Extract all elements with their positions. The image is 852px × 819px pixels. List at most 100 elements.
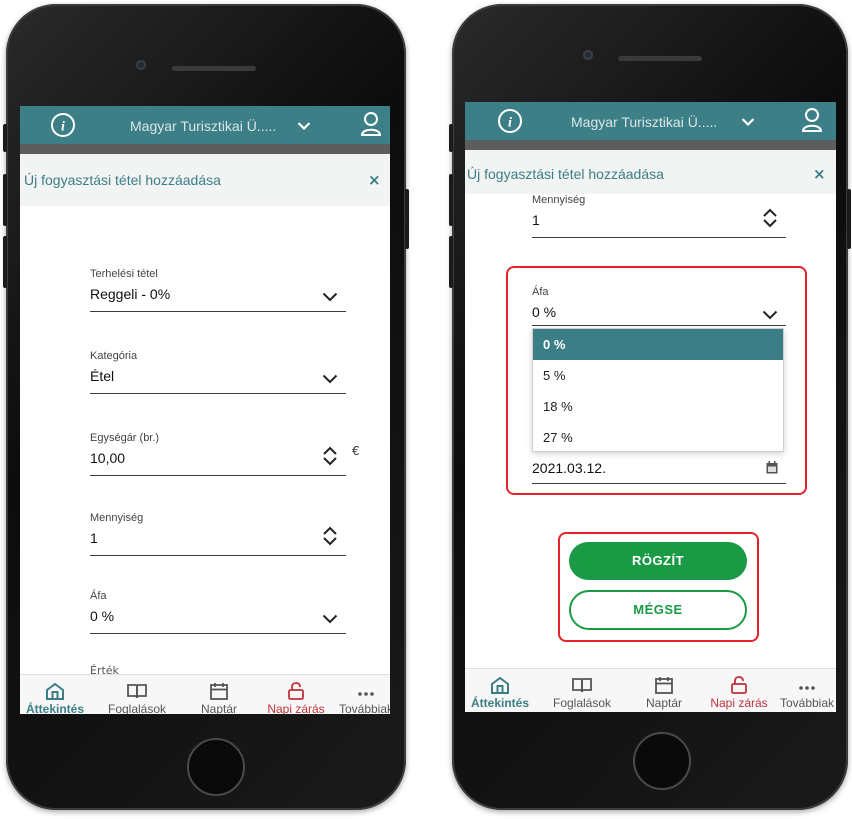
field-value: 1 (532, 212, 540, 228)
stepper-icon[interactable] (762, 207, 778, 229)
bottom-navigation: Áttekintés Foglalások Naptár Napi zárás … (465, 668, 836, 712)
field-value: 0 % (90, 608, 115, 624)
field-label: Mennyiség (90, 512, 144, 524)
vat-select[interactable]: Áfa 0 % (90, 590, 346, 634)
bottom-navigation: Áttekintés Foglalások Naptár Napi zárás … (20, 674, 390, 714)
side-button (405, 189, 409, 249)
home-button[interactable] (187, 738, 245, 796)
vat-dropdown-menu: 0 % 5 % 18 % 27 % (532, 328, 784, 452)
currency-label: € (352, 444, 360, 458)
nav-item-overview[interactable]: Áttekintés (465, 669, 539, 712)
hotel-selector-label[interactable]: Magyar Turisztikai Ü..... (130, 118, 276, 134)
info-icon[interactable]: i (50, 112, 76, 138)
field-value: 10,00 (90, 450, 126, 466)
chevron-down-icon[interactable] (741, 117, 755, 127)
stepper-icon[interactable] (322, 445, 338, 467)
speaker-grille (172, 66, 256, 71)
header-divider (20, 144, 390, 154)
more-icon (358, 692, 374, 696)
unit-price-input[interactable]: Egységár (br.) 10,00 (90, 432, 346, 476)
nav-item-daily-close[interactable]: Napi zárás (260, 675, 332, 714)
calendar-icon (210, 683, 228, 700)
side-button (449, 236, 453, 288)
app-screen-right: i Magyar Turisztikai Ü..... Új fogyasztá… (465, 102, 836, 712)
book-icon (572, 678, 592, 693)
chevron-down-icon (322, 292, 338, 302)
calendar-icon[interactable] (766, 461, 778, 474)
home-icon (491, 676, 509, 694)
home-icon (46, 682, 64, 700)
quantity-stepper[interactable]: Mennyiség 1 (90, 512, 346, 556)
nav-label: Továbbiak (779, 696, 835, 710)
side-button (847, 189, 851, 249)
nav-label: Naptár (200, 702, 238, 714)
app-header: i Magyar Turisztikai Ü..... (20, 106, 390, 144)
field-label: Áfa (532, 286, 549, 298)
side-button (449, 124, 453, 152)
dropdown-option[interactable]: 5 % (533, 360, 783, 391)
camera-icon (136, 60, 146, 70)
dropdown-option[interactable]: 18 % (533, 391, 783, 422)
nav-label: Továbbiak (338, 702, 390, 714)
field-value: Reggeli - 0% (90, 286, 171, 302)
nav-item-more[interactable]: Továbbiak (334, 675, 390, 714)
dropdown-option[interactable]: 0 % (533, 329, 783, 360)
charge-item-select[interactable]: Terhelési tétel Reggeli - 0% (90, 268, 346, 312)
nav-item-overview[interactable]: Áttekintés (20, 675, 94, 714)
speaker-grille (618, 56, 702, 61)
field-label: Kategória (90, 350, 138, 362)
quantity-stepper[interactable]: Mennyiség 1 (532, 194, 786, 238)
close-icon[interactable]: × (368, 171, 381, 189)
vat-select[interactable]: Áfa 0 % (532, 286, 786, 326)
nav-label: Napi zárás (267, 702, 325, 714)
dropdown-option[interactable]: 27 % (533, 422, 783, 453)
camera-icon (583, 50, 593, 60)
dialog-title: Új fogyasztási tétel hozzáadása (467, 166, 664, 182)
category-select[interactable]: Kategória Étel (90, 350, 346, 394)
nav-label: Napi zárás (710, 696, 768, 710)
user-icon[interactable] (801, 107, 823, 133)
home-button[interactable] (633, 732, 691, 790)
app-header: i Magyar Turisztikai Ü..... (465, 102, 836, 140)
user-icon[interactable] (360, 111, 382, 137)
field-value: 1 (90, 530, 98, 546)
chevron-down-icon (322, 374, 338, 384)
nav-label: Áttekintés (25, 702, 84, 714)
side-button (3, 174, 7, 226)
field-label: Egységár (br.) (90, 432, 160, 444)
nav-label: Naptár (645, 696, 683, 710)
field-value: Étel (90, 368, 115, 384)
nav-item-more[interactable]: Továbbiak (775, 669, 836, 712)
nav-label: Áttekintés (470, 696, 529, 710)
stepper-icon[interactable] (322, 525, 338, 547)
save-button[interactable]: RÖGZÍT (569, 542, 747, 580)
more-icon (799, 686, 815, 690)
close-icon[interactable]: × (813, 165, 826, 183)
svg-text:i: i (61, 120, 65, 135)
nav-item-calendar[interactable]: Naptár (194, 675, 244, 714)
unlock-icon (288, 682, 304, 700)
nav-item-bookings[interactable]: Foglalások (547, 669, 617, 712)
dialog-header: Új fogyasztási tétel hozzáadása × (20, 154, 390, 206)
field-value: 2021.03.12. (532, 460, 606, 476)
chevron-down-icon (322, 614, 338, 624)
header-divider (465, 140, 836, 150)
app-screen-left: i Magyar Turisztikai Ü..... Új fogyasztá… (20, 106, 390, 714)
chevron-down-icon[interactable] (297, 121, 311, 131)
hotel-selector-label[interactable]: Magyar Turisztikai Ü..... (571, 114, 717, 130)
svg-text:i: i (508, 116, 512, 131)
field-label: Mennyiség (532, 194, 586, 206)
field-label: Áfa (90, 590, 107, 602)
unlock-icon (731, 676, 747, 694)
info-icon[interactable]: i (497, 108, 523, 134)
field-label: Terhelési tétel (90, 268, 158, 280)
cancel-button[interactable]: MÉGSE (569, 590, 747, 630)
nav-item-daily-close[interactable]: Napi zárás (703, 669, 775, 712)
phone-frame-right: i Magyar Turisztikai Ü..... Új fogyasztá… (449, 4, 851, 810)
nav-item-bookings[interactable]: Foglalások (102, 675, 172, 714)
dialog-title: Új fogyasztási tétel hozzáadása (24, 172, 221, 188)
chevron-down-icon (762, 310, 778, 320)
side-button (3, 124, 7, 152)
nav-item-calendar[interactable]: Naptár (639, 669, 689, 712)
side-button (3, 236, 7, 288)
